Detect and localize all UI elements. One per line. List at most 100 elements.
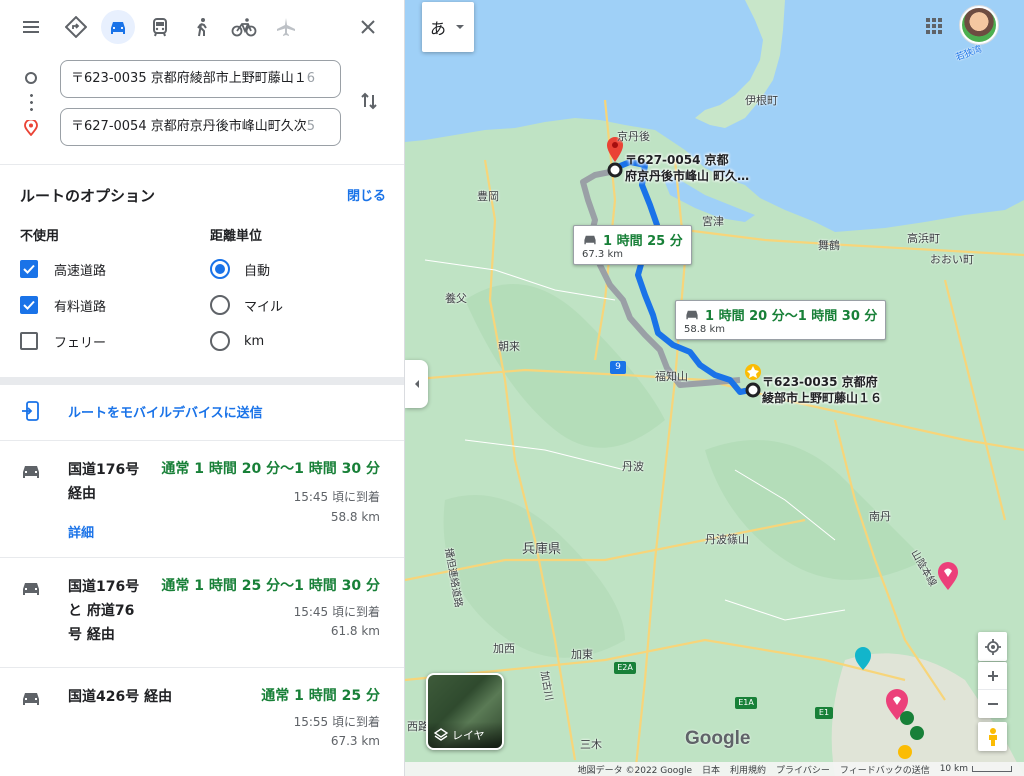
checkbox-checked-icon[interactable]: [20, 296, 38, 314]
destination-pin-icon: [24, 118, 38, 140]
route-duration: 通常 1 時間 25 分: [261, 688, 380, 704]
swap-waypoints-icon[interactable]: [358, 90, 380, 116]
car-icon: [20, 579, 42, 603]
layers-button[interactable]: レイヤ: [426, 673, 504, 750]
main-route-bubble[interactable]: 1 時間 20 分〜1 時間 30 分 58.8 km: [675, 300, 887, 340]
privacy-link[interactable]: プライバシー: [776, 763, 830, 776]
zoom-out-button[interactable]: [978, 690, 1007, 717]
checkbox-unchecked-icon[interactable]: [20, 332, 38, 350]
route-duration: 通常 1 時間 20 分〜1 時間 30 分: [161, 461, 380, 477]
best-route-icon[interactable]: [59, 10, 93, 44]
distance-unit-header: 距離単位: [210, 229, 263, 244]
avoid-ferries-option[interactable]: フェリー: [20, 330, 106, 352]
route-9-shield: 9: [610, 361, 626, 374]
route-name: 国道426号 経由: [68, 689, 173, 705]
map-canvas[interactable]: 伊根町 京丹後 豊岡 宮津 舞鶴 高浜町 おおい町 養父 朝来 福知山 丹波 兵…: [405, 0, 1024, 776]
radio-unselected-icon[interactable]: [210, 331, 230, 351]
apps-grid-icon[interactable]: [925, 17, 943, 39]
map-label-ooi: おおい町: [930, 253, 974, 266]
scale-text: 10 km: [939, 764, 968, 774]
unit-miles-option[interactable]: マイル: [210, 294, 283, 316]
unit-miles-label: マイル: [244, 299, 284, 315]
unit-km-label: km: [244, 333, 265, 349]
directions-panel: 〒623-0035 京都府綾部市上野町藤山１6 〒627-0054 京都府京丹後…: [0, 0, 405, 776]
region-link[interactable]: 日本: [702, 763, 720, 776]
origin-input-text: 〒623-0035 京都府綾部市上野町藤山１: [71, 71, 307, 86]
route-details-link[interactable]: 詳細: [68, 522, 94, 541]
alt-route-time: 1 時間 25 分: [603, 234, 683, 249]
menu-icon[interactable]: [14, 10, 48, 44]
flight-icon: [269, 10, 303, 44]
route-arrival: 15:55 頃に到着: [293, 715, 380, 729]
zoom-control: [978, 662, 1007, 718]
map-background: [405, 0, 1024, 776]
transit-icon[interactable]: [143, 10, 177, 44]
divider: [0, 164, 404, 165]
origin-input-overflow: 6: [306, 71, 316, 86]
input-tools-button[interactable]: あ: [422, 2, 474, 52]
send-to-mobile-link[interactable]: ルートをモバイルデバイスに送信: [20, 400, 263, 422]
checkbox-checked-icon[interactable]: [20, 260, 38, 278]
map-label-asago: 朝来: [498, 340, 520, 353]
ime-label: あ: [429, 19, 446, 38]
bicycle-icon[interactable]: [227, 10, 261, 44]
destination-map-label[interactable]: 〒627-0054 京都 府京丹後市峰山 町久…: [625, 152, 749, 184]
map-label-hyogo: 兵庫県: [522, 542, 562, 557]
route-option-1[interactable]: 国道176号 経由 通常 1 時間 20 分〜1 時間 30 分 15:45 頃…: [0, 440, 404, 557]
e1a-shield: E1A: [735, 697, 757, 709]
close-options-link[interactable]: 閉じる: [347, 185, 386, 204]
map-label-takahama: 高浜町: [907, 232, 940, 245]
route-option-3[interactable]: 国道426号 経由 通常 1 時間 25 分 15:55 頃に到着 67.3 k…: [0, 667, 404, 776]
avoid-ferries-label: フェリー: [54, 335, 107, 351]
map-label-miyazu: 宮津: [702, 215, 724, 228]
street-view-pegman[interactable]: [978, 722, 1007, 751]
walk-icon[interactable]: [185, 10, 219, 44]
avoid-highways-option[interactable]: 高速道路: [20, 258, 106, 280]
origin-input[interactable]: 〒623-0035 京都府綾部市上野町藤山１6: [60, 60, 341, 98]
route-arrival: 15:45 頃に到着: [293, 605, 380, 619]
section-separator: [0, 377, 404, 385]
origin-map-label[interactable]: 〒623-0035 京都府 綾部市上野町藤山１６: [762, 374, 882, 406]
scale-label[interactable]: 10 km: [940, 764, 1012, 774]
unit-auto-option[interactable]: 自動: [210, 258, 270, 280]
minus-icon: [987, 702, 998, 705]
avoid-tolls-label: 有料道路: [54, 299, 107, 315]
car-icon: [686, 310, 698, 319]
unit-km-option[interactable]: km: [210, 330, 264, 352]
map-label-toyooka: 豊岡: [477, 190, 499, 203]
route-duration: 通常 1 時間 25 分〜1 時間 30 分: [161, 578, 380, 594]
e2a-shield: E2A: [614, 662, 636, 674]
map-label-kasai: 加西: [493, 642, 515, 655]
avoid-header: 不使用: [20, 229, 60, 244]
main-route-time: 1 時間 20 分〜1 時間 30 分: [705, 309, 878, 324]
map-label-yabu: 養父: [445, 292, 467, 305]
close-icon[interactable]: [351, 10, 385, 44]
alt-route-bubble[interactable]: 1 時間 25 分 67.3 km: [573, 225, 692, 265]
route-distance: 58.8 km: [330, 510, 380, 524]
my-location-button[interactable]: [978, 632, 1007, 661]
my-location-icon: [984, 638, 1001, 655]
route-distance: 61.8 km: [330, 624, 380, 638]
origin-marker-icon: [25, 72, 37, 84]
radio-selected-icon[interactable]: [210, 259, 230, 279]
zoom-in-button[interactable]: [978, 663, 1007, 690]
feedback-link[interactable]: フィードバックの送信: [840, 763, 930, 776]
avoid-tolls-option[interactable]: 有料道路: [20, 294, 106, 316]
car-icon: [20, 689, 42, 713]
travel-mode-bar: [12, 10, 392, 44]
terms-link[interactable]: 利用規約: [730, 763, 766, 776]
pegman-icon: [988, 727, 997, 746]
radio-unselected-icon[interactable]: [210, 295, 230, 315]
collapse-panel-button[interactable]: [405, 360, 428, 408]
car-icon[interactable]: [101, 10, 135, 44]
account-avatar[interactable]: [960, 6, 998, 44]
map-label-maizuru: 舞鶴: [818, 239, 840, 252]
route-name: 国道176号 と 府道76 号 経由: [68, 579, 140, 643]
e1-shield: E1: [815, 707, 833, 719]
chevron-down-icon: [456, 25, 464, 29]
destination-input[interactable]: 〒627-0054 京都府京丹後市峰山町久次5: [60, 108, 341, 146]
map-label-tamba: 丹波: [622, 460, 644, 473]
route-option-2[interactable]: 国道176号 と 府道76 号 経由 通常 1 時間 25 分〜1 時間 30 …: [0, 557, 404, 667]
layers-caption: レイヤ: [428, 722, 502, 748]
send-to-phone-icon: [22, 401, 39, 421]
